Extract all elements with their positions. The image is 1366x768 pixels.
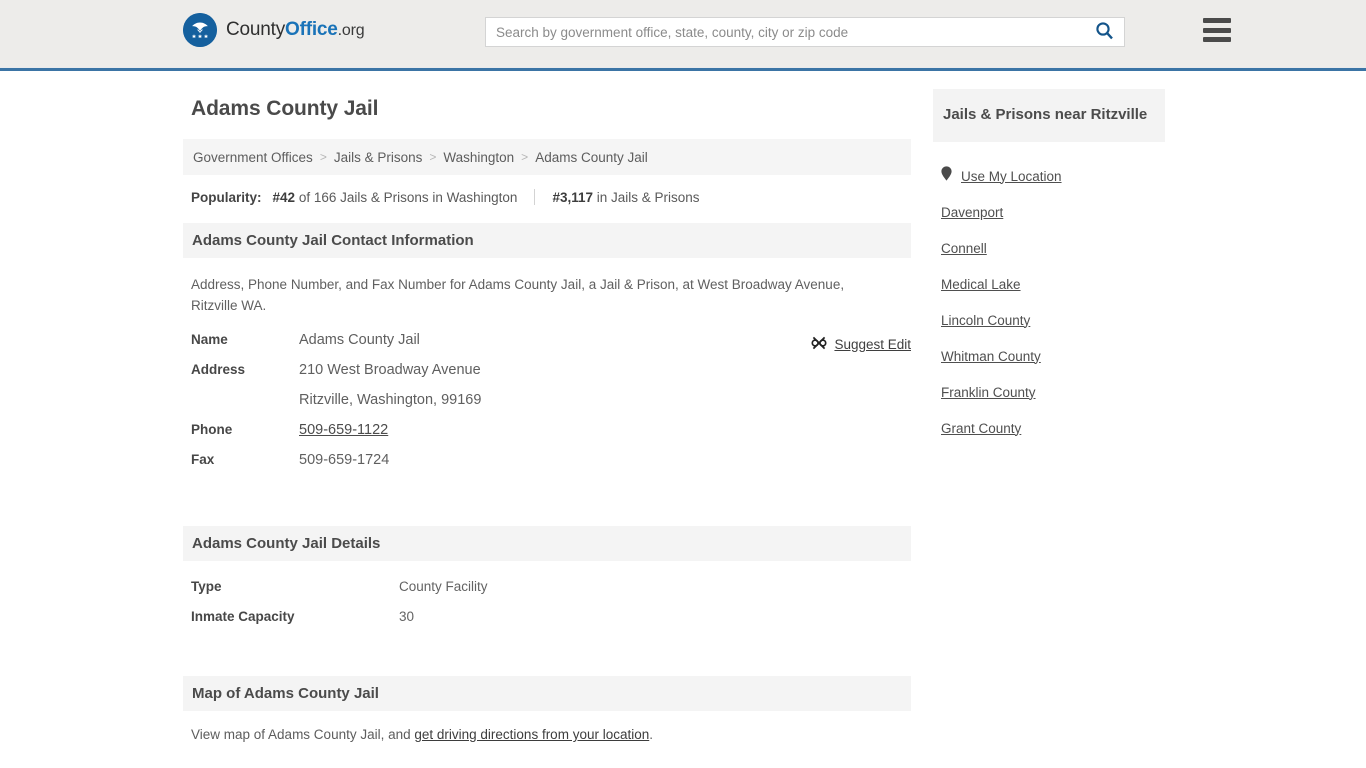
brand-wordmark: CountyOffice.org (226, 19, 365, 41)
page-title: Adams County Jail (191, 97, 379, 120)
contact-row-address: Address 210 West Broadway Avenue (191, 362, 911, 392)
details-row-value: 30 (399, 609, 415, 624)
chevron-right-icon: > (521, 150, 529, 164)
search-bar[interactable] (485, 17, 1125, 47)
contact-row-key: Fax (191, 452, 215, 467)
suggest-edit-icon (811, 335, 827, 354)
chevron-right-icon: > (319, 150, 327, 164)
contact-row-name: Name Adams County Jail (191, 332, 911, 362)
contact-row-fax: Fax 509-659-1724 (191, 452, 911, 482)
contact-section-description: Address, Phone Number, and Fax Number fo… (191, 277, 845, 313)
breadcrumb-item-washington[interactable]: Washington (443, 150, 514, 165)
eagle-stars-seal-icon (183, 13, 217, 47)
site-header: CountyOffice.org (0, 0, 1366, 68)
search-input[interactable] (486, 18, 1084, 46)
sidebar-item-franklin-county[interactable]: Franklin County (933, 374, 1165, 410)
sidebar-heading: Jails & Prisons near Ritzville (933, 89, 1165, 142)
sidebar-item-label[interactable]: Medical Lake (941, 277, 1021, 292)
details-table: Type County Facility Inmate Capacity 30 (191, 579, 911, 639)
breadcrumb-item-current: Adams County Jail (535, 149, 648, 165)
contact-row-key: Phone (191, 422, 233, 437)
hamburger-bar (1203, 18, 1231, 23)
contact-row-value: Adams County Jail (299, 332, 420, 348)
chevron-right-icon: > (429, 150, 437, 164)
popularity-state-rank: #42 of 166 Jails & Prisons in Washington (273, 190, 518, 205)
sidebar-item-label[interactable]: Grant County (941, 421, 1021, 436)
popularity-national-rank-value: #3,117 (552, 189, 593, 205)
map-text-before: View map of Adams County Jail, and (191, 727, 415, 742)
search-icon (1095, 21, 1114, 43)
popularity-state-rank-value: #42 (272, 189, 296, 205)
contact-row-value: Ritzville, Washington, 99169 (299, 392, 482, 408)
contact-row-value: 210 West Broadway Avenue (299, 362, 481, 378)
map-section-heading: Map of Adams County Jail (183, 676, 911, 711)
popularity-label: Popularity: (191, 189, 262, 205)
contact-row-key: Address (191, 362, 246, 377)
sidebar-item-label[interactable]: Franklin County (941, 385, 1036, 400)
contact-row-phone: Phone 509-659-1122 (191, 422, 911, 452)
sidebar-item-label[interactable]: Davenport (941, 205, 1003, 220)
map-text-after: . (649, 727, 653, 742)
sidebar-item-lincoln-county[interactable]: Lincoln County (933, 302, 1165, 338)
brand-part-tld: .org (337, 22, 365, 39)
sidebar: Jails & Prisons near Ritzville Use My Lo… (933, 89, 1165, 446)
details-row-key: Type (191, 579, 222, 594)
brand-part-office: Office (285, 19, 338, 40)
details-row-value: County Facility (399, 579, 488, 594)
sidebar-item-label[interactable]: Use My Location (961, 169, 1062, 184)
contact-row-value: 509-659-1724 (299, 452, 390, 468)
sidebar-item-grant-county[interactable]: Grant County (933, 410, 1165, 446)
suggest-edit-button[interactable]: Suggest Edit (811, 335, 911, 354)
sidebar-item-use-my-location[interactable]: Use My Location (933, 158, 1165, 194)
popularity-state-rank-suffix: of 166 Jails & Prisons in Washington (298, 189, 518, 205)
breadcrumb-item-government-offices[interactable]: Government Offices (193, 150, 313, 165)
divider (534, 189, 536, 205)
sidebar-item-label[interactable]: Lincoln County (941, 313, 1030, 328)
map-section-description: View map of Adams County Jail, and get d… (191, 727, 911, 742)
page-body: Adams County Jail Government Offices > J… (183, 71, 1183, 742)
details-row-type: Type County Facility (191, 579, 911, 609)
brand-part-county: County (226, 19, 286, 40)
hamburger-menu-icon[interactable] (1203, 18, 1231, 42)
main-column: Adams County Jail Government Offices > J… (183, 89, 911, 742)
details-row-key: Inmate Capacity (191, 609, 295, 624)
site-logo-link[interactable]: CountyOffice.org (183, 13, 365, 47)
hamburger-bar (1203, 27, 1231, 33)
contact-row-address-line2: Ritzville, Washington, 99169 (191, 392, 911, 422)
sidebar-item-label[interactable]: Whitman County (941, 349, 1041, 364)
search-button[interactable] (1084, 18, 1124, 46)
sidebar-item-medical-lake[interactable]: Medical Lake (933, 266, 1165, 302)
sidebar-link-list: Use My Location Davenport Connell Medica… (933, 142, 1165, 446)
sidebar-item-davenport[interactable]: Davenport (933, 194, 1165, 230)
driving-directions-link[interactable]: get driving directions from your locatio… (414, 727, 649, 742)
map-pin-icon (941, 166, 952, 186)
contact-row-key: Name (191, 332, 228, 347)
sidebar-item-whitman-county[interactable]: Whitman County (933, 338, 1165, 374)
breadcrumb-item-jails-prisons[interactable]: Jails & Prisons (334, 150, 423, 165)
breadcrumb: Government Offices > Jails & Prisons > W… (183, 139, 911, 175)
sidebar-item-label[interactable]: Connell (941, 241, 987, 256)
contact-info-table: Suggest Edit Name Adams County Jail Addr… (191, 332, 911, 482)
popularity-national-rank: #3,117 in Jails & Prisons (552, 190, 699, 205)
sidebar-item-connell[interactable]: Connell (933, 230, 1165, 266)
suggest-edit-label: Suggest Edit (834, 337, 911, 352)
phone-link[interactable]: 509-659-1122 (299, 422, 388, 438)
details-row-inmate-capacity: Inmate Capacity 30 (191, 609, 911, 639)
popularity-national-rank-suffix: in Jails & Prisons (596, 189, 700, 205)
hamburger-bar (1203, 37, 1231, 42)
contact-section-heading: Adams County Jail Contact Information (183, 223, 911, 258)
popularity-row: Popularity: #42 of 166 Jails & Prisons i… (191, 189, 911, 205)
contact-row-value: 509-659-1122 (299, 422, 388, 438)
details-section-heading: Adams County Jail Details (183, 526, 911, 561)
